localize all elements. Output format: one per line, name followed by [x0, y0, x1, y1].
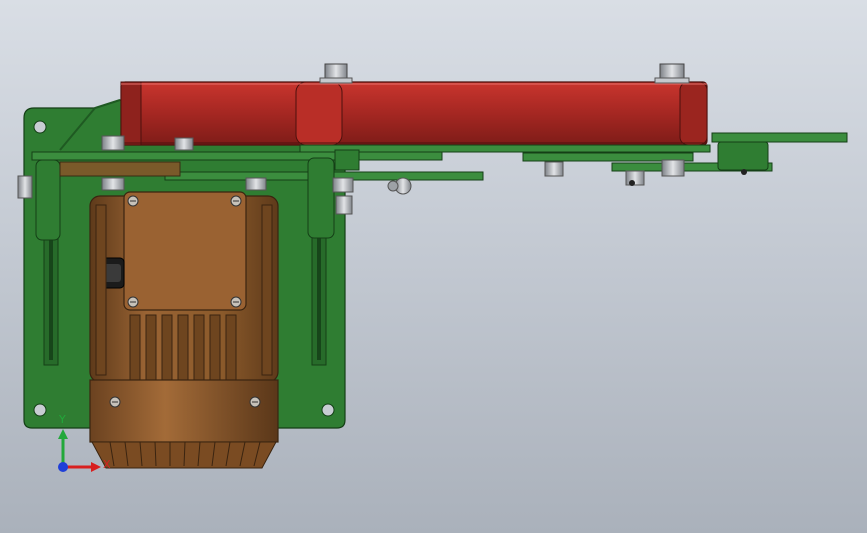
- belt-guard[interactable]: [120, 81, 708, 146]
- mounting-hole: [33, 120, 47, 134]
- pulley-boss: [319, 63, 690, 84]
- terminal-box: [123, 191, 247, 311]
- origin-marker: [58, 462, 68, 472]
- cad-viewport[interactable]: Y X: [0, 0, 867, 533]
- coordinate-triad-icon[interactable]: [40, 405, 120, 485]
- x-axis-label: X: [103, 458, 111, 471]
- y-axis-label: Y: [59, 413, 66, 426]
- mounting-hole: [321, 403, 335, 417]
- model-assembly[interactable]: [0, 0, 867, 533]
